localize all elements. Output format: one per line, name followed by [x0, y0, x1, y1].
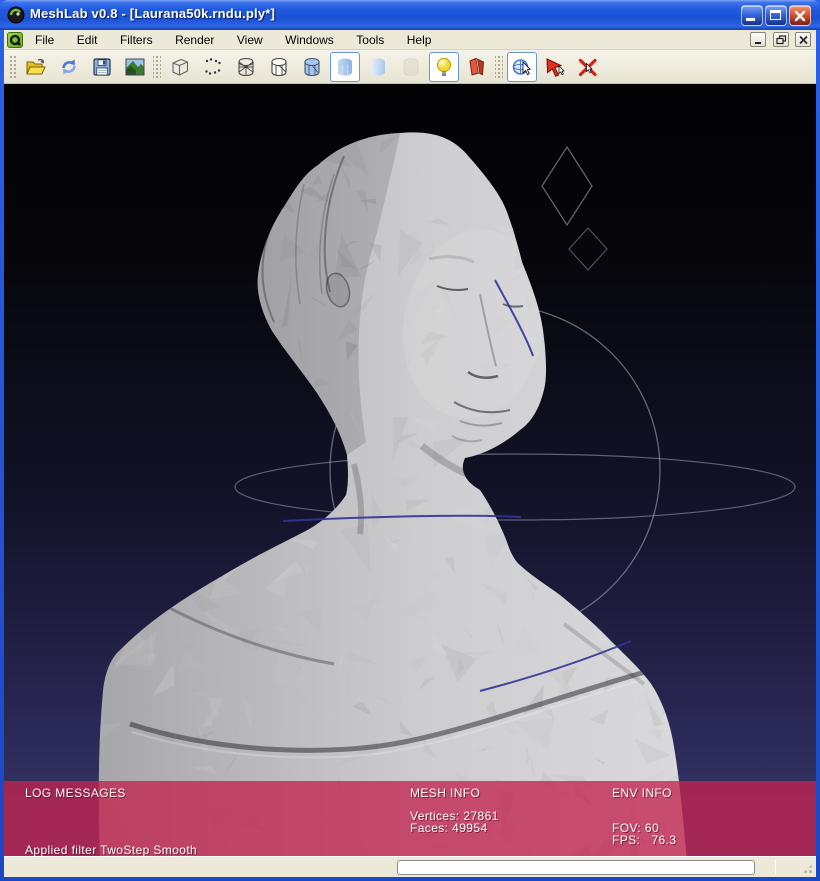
- trackball-equator-ellipse: [235, 454, 795, 520]
- open-folder-icon: [24, 55, 48, 79]
- meshlab-window: MeshLab v0.8 - [Laurana50k.rndu.ply*] Fi…: [0, 0, 820, 881]
- render-flat-button[interactable]: [330, 52, 360, 82]
- pick-arrow-icon: [543, 55, 567, 79]
- resize-grip[interactable]: [801, 862, 814, 875]
- flat-cylinder-icon: [333, 55, 357, 79]
- env-info-fps: FPS: 76.3: [612, 833, 676, 847]
- close-icon: [793, 9, 807, 23]
- snapshot-icon: [123, 55, 147, 79]
- trackball-cursor-icon: [510, 55, 534, 79]
- child-close-button[interactable]: [795, 32, 811, 47]
- document-icon: [7, 32, 23, 48]
- 3d-viewport[interactable]: LOG MESSAGES MESH INFO Vertices: 27861 F…: [4, 84, 816, 856]
- statusbar-separator: [775, 860, 776, 874]
- menu-help[interactable]: Help: [398, 30, 441, 50]
- render-wireframe-button[interactable]: [231, 52, 261, 82]
- menu-windows[interactable]: Windows: [276, 30, 343, 50]
- light-diamond-large: [542, 147, 592, 225]
- env-info-title: ENV INFO: [612, 786, 672, 800]
- info-overlay: LOG MESSAGES MESH INFO Vertices: 27861 F…: [4, 781, 816, 856]
- render-hidden-lines-button[interactable]: [264, 52, 294, 82]
- double-side-lighting-icon: [465, 55, 489, 79]
- open-button[interactable]: [21, 52, 51, 82]
- render-flat-lines-button[interactable]: [297, 52, 327, 82]
- mesh-bust: [75, 113, 717, 856]
- hidden-lines-cylinder-icon: [267, 55, 291, 79]
- menu-tools[interactable]: Tools: [347, 30, 393, 50]
- trackball-manipulator-button[interactable]: [507, 52, 537, 82]
- mesh-info-title: MESH INFO: [410, 786, 480, 800]
- menu-filters[interactable]: Filters: [111, 30, 162, 50]
- render-points-button[interactable]: [198, 52, 228, 82]
- progress-bar: [397, 860, 755, 875]
- delete-mesh-button[interactable]: [573, 52, 603, 82]
- delete-cross-icon: [576, 55, 600, 79]
- save-floppy-icon: [90, 55, 114, 79]
- points-icon: [201, 55, 225, 79]
- menu-render[interactable]: Render: [166, 30, 223, 50]
- toolbar: [4, 50, 816, 84]
- child-restore-icon: [776, 35, 787, 45]
- menu-bar: File Edit Filters Render View Windows To…: [4, 30, 816, 50]
- toolbar-separator: [153, 54, 161, 80]
- render-texture-button[interactable]: [396, 52, 426, 82]
- child-minimize-icon: [753, 35, 764, 45]
- reload-icon: [57, 55, 81, 79]
- log-last-message: Applied filter TwoStep Smooth: [25, 843, 197, 856]
- child-close-icon: [798, 35, 809, 45]
- light-diamond-small: [569, 228, 607, 270]
- meshlab-logo-icon: [7, 6, 25, 24]
- menu-edit[interactable]: Edit: [68, 30, 107, 50]
- save-button[interactable]: [87, 52, 117, 82]
- window-title: MeshLab v0.8 - [Laurana50k.rndu.ply*]: [30, 6, 275, 21]
- minimize-button[interactable]: [741, 5, 763, 26]
- close-button[interactable]: [789, 5, 811, 26]
- title-bar[interactable]: MeshLab v0.8 - [Laurana50k.rndu.ply*]: [0, 0, 820, 30]
- smooth-cylinder-icon: [366, 55, 390, 79]
- status-bar: [4, 856, 816, 877]
- mesh-info-faces: Faces: 49954: [410, 821, 488, 835]
- pick-button[interactable]: [540, 52, 570, 82]
- flat-lines-cylinder-icon: [300, 55, 324, 79]
- reload-button[interactable]: [54, 52, 84, 82]
- snapshot-button[interactable]: [120, 52, 150, 82]
- menu-view[interactable]: View: [228, 30, 272, 50]
- minimize-icon: [746, 18, 755, 21]
- child-minimize-button[interactable]: [750, 32, 766, 47]
- bounding-box-icon: [168, 55, 192, 79]
- light-bulb-icon: [432, 55, 456, 79]
- render-bbox-button[interactable]: [165, 52, 195, 82]
- texture-cylinder-icon: [399, 55, 423, 79]
- toolbar-separator: [495, 54, 503, 80]
- maximize-icon: [770, 10, 781, 20]
- log-messages-title: LOG MESSAGES: [25, 786, 126, 800]
- double-side-lighting-button[interactable]: [462, 52, 492, 82]
- toggle-light-button[interactable]: [429, 52, 459, 82]
- child-restore-button[interactable]: [773, 32, 789, 47]
- maximize-button[interactable]: [765, 5, 787, 26]
- toolbar-drag-handle[interactable]: [8, 54, 16, 80]
- render-smooth-button[interactable]: [363, 52, 393, 82]
- wireframe-cylinder-icon: [234, 55, 258, 79]
- menu-file[interactable]: File: [26, 30, 63, 50]
